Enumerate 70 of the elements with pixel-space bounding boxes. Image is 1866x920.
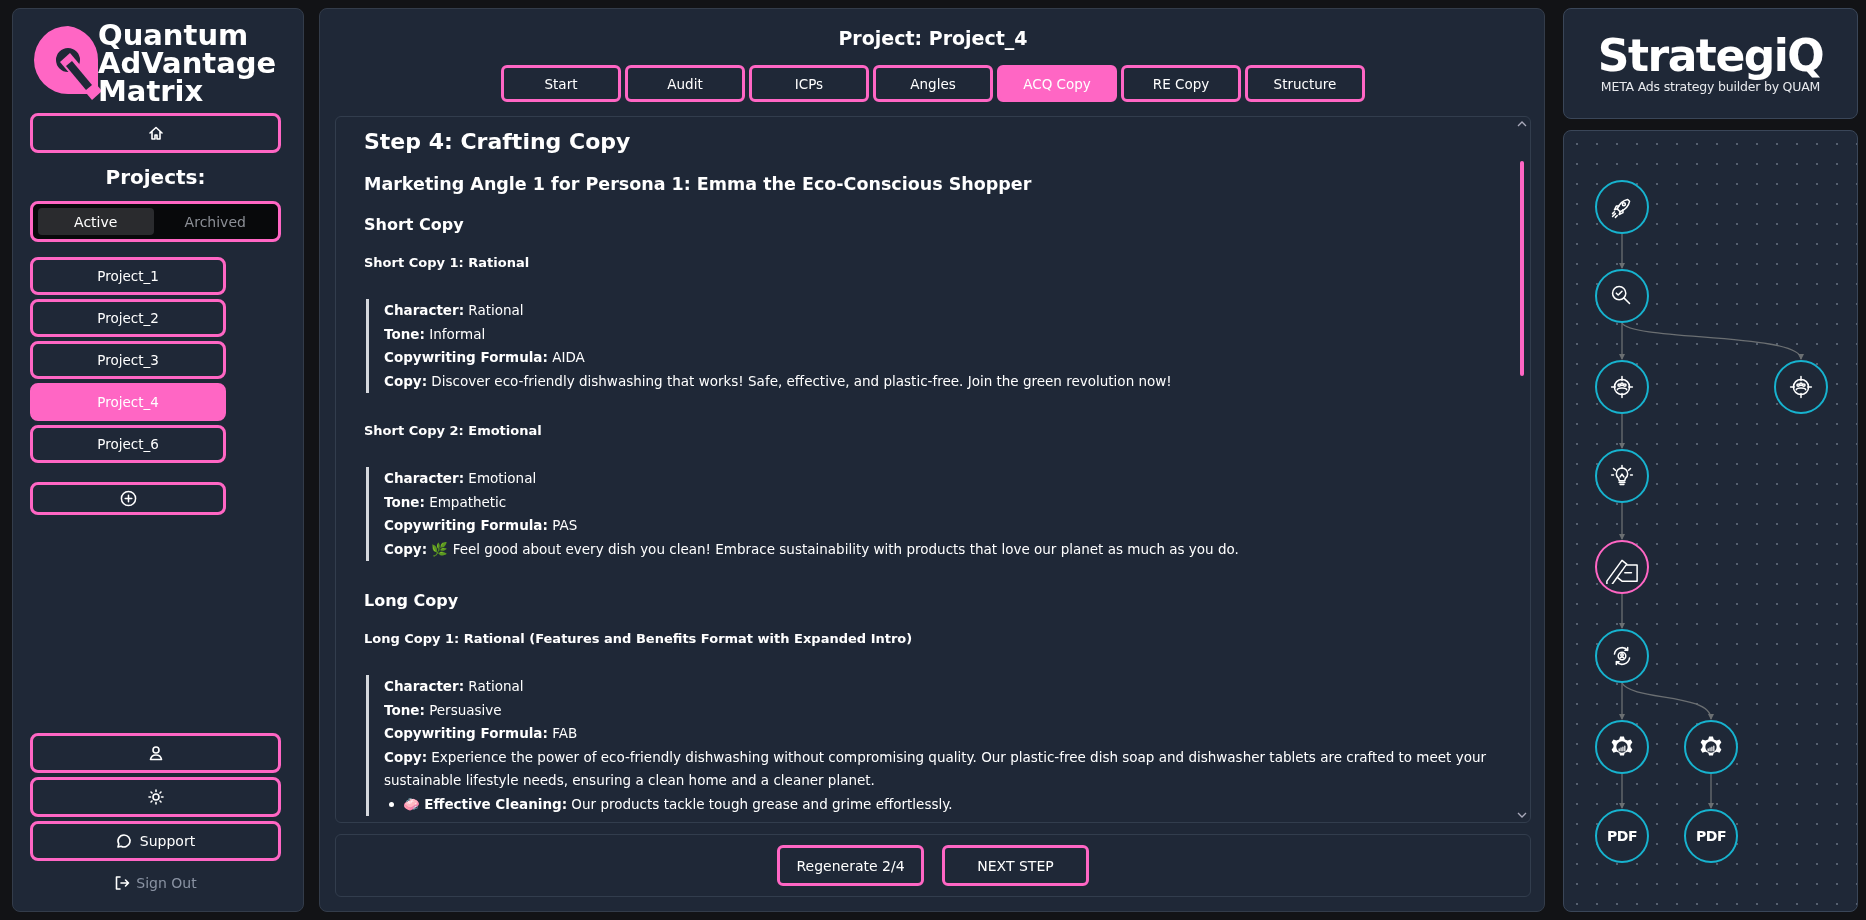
bullet-icon <box>389 801 394 807</box>
copy-detail: Tone: Empathetic <box>384 492 508 512</box>
copy-heading: Short Copy 2: Emotional <box>364 422 543 440</box>
add-project-button[interactable] <box>30 482 226 515</box>
copy-heading: Short Copy 1: Rational <box>364 254 531 272</box>
sun-icon <box>147 789 164 805</box>
scroll-down-icon[interactable] <box>1517 812 1527 818</box>
copy-detail: Copy: Experience the power of eco-friendly dishwashing without compromising quality. Our plastic-free dish soap and dishwasher tablets are crafted to meet your sustainable lifestyle needs, ensuring a clean home and a cleaner planet. <box>384 747 1488 790</box>
project-item[interactable]: Project_3 <box>30 341 226 379</box>
project-item[interactable]: Project_6 <box>30 425 226 463</box>
step-node[interactable] <box>1595 629 1649 683</box>
project-item[interactable]: Project_1 <box>30 257 226 295</box>
sign-out-link[interactable]: Sign Out <box>30 875 281 891</box>
projects-heading: Projects: <box>104 164 207 191</box>
step-node[interactable] <box>1595 540 1649 594</box>
copy-detail: Tone: Persuasive <box>384 700 503 720</box>
step-node[interactable] <box>1595 269 1649 323</box>
logo-text: Quantum AdVantage Matrix <box>98 21 277 105</box>
step-tab[interactable]: ICPs <box>749 65 869 102</box>
home-button[interactable] <box>30 113 281 153</box>
filter-tab[interactable]: Active <box>38 208 154 235</box>
section-heading: Short Copy <box>364 214 465 236</box>
connector-arrow <box>1619 593 1625 629</box>
support-button[interactable]: Support <box>30 821 281 861</box>
project-item[interactable]: Project_2 <box>30 299 226 337</box>
theme-button[interactable] <box>30 777 281 817</box>
connector-arrow <box>1708 773 1714 809</box>
section-heading: Long Copy <box>364 590 460 612</box>
pdf-node[interactable]: PDF <box>1684 809 1738 863</box>
brand-name: StrategiQ <box>1597 32 1824 79</box>
filter-tab[interactable]: Archived <box>157 208 273 235</box>
connector-arrow <box>1619 502 1625 540</box>
pdf-node[interactable]: PDF <box>1595 809 1649 863</box>
step-tab[interactable]: Structure <box>1245 65 1365 102</box>
home-icon <box>147 125 164 141</box>
connector-arrow <box>1619 773 1625 809</box>
step-tab[interactable]: Audit <box>625 65 745 102</box>
project-title: Project: Project_4 <box>838 26 1028 51</box>
user-icon <box>147 745 164 761</box>
step-node[interactable] <box>1595 180 1649 234</box>
copy-detail: Copywriting Formula: AIDA <box>384 348 586 367</box>
step-node[interactable] <box>1774 360 1828 414</box>
step-node[interactable] <box>1684 720 1738 774</box>
profile-button[interactable] <box>30 733 281 773</box>
step-node[interactable] <box>1595 360 1649 414</box>
copy-detail: Copy: Discover eco-friendly dishwashing that works! Safe, effective, and plastic-free. Join the green revolution now! <box>384 371 1173 391</box>
step-tab[interactable]: Start <box>501 65 621 102</box>
copy-detail: Character: Rational <box>384 301 525 320</box>
chat-icon <box>115 833 132 849</box>
copy-detail: Character: Rational <box>384 677 525 696</box>
copy-heading: Long Copy 1: Rational (Features and Benefits Format with Expanded Intro) <box>364 630 914 648</box>
step-tab[interactable]: RE Copy <box>1121 65 1241 102</box>
step-node[interactable] <box>1595 449 1649 503</box>
scroll-up-icon[interactable] <box>1517 121 1527 127</box>
copy-detail: Character: Emotional <box>384 469 538 488</box>
next-step-button[interactable]: NEXT STEP <box>942 845 1089 886</box>
step-tab[interactable]: Angles <box>873 65 993 102</box>
angle-heading: Marketing Angle 1 for Persona 1: Emma the Eco-Conscious Shopper <box>364 173 1033 196</box>
copy-detail: Copy: 🌿 Feel good about every dish you clean! Embrace sustainability with products that love our planet as much as you do. <box>384 539 1240 559</box>
step-heading: Step 4: Crafting Copy <box>364 128 632 156</box>
connector-arrow <box>1619 233 1625 269</box>
copy-detail: Tone: Informal <box>384 324 487 344</box>
regenerate-button[interactable]: Regenerate 2/4 <box>777 845 924 886</box>
step-node[interactable] <box>1595 720 1649 774</box>
bullet-text: 🧼 Effective Cleaning: Our products tackle tough grease and grime effortlessly. <box>403 794 953 814</box>
copy-detail: Copywriting Formula: PAS <box>384 516 579 535</box>
add-icon <box>119 490 137 507</box>
connector-arrow <box>1619 413 1625 449</box>
sign-out-icon <box>114 875 131 891</box>
copy-detail: Copywriting Formula: FAB <box>384 724 579 743</box>
